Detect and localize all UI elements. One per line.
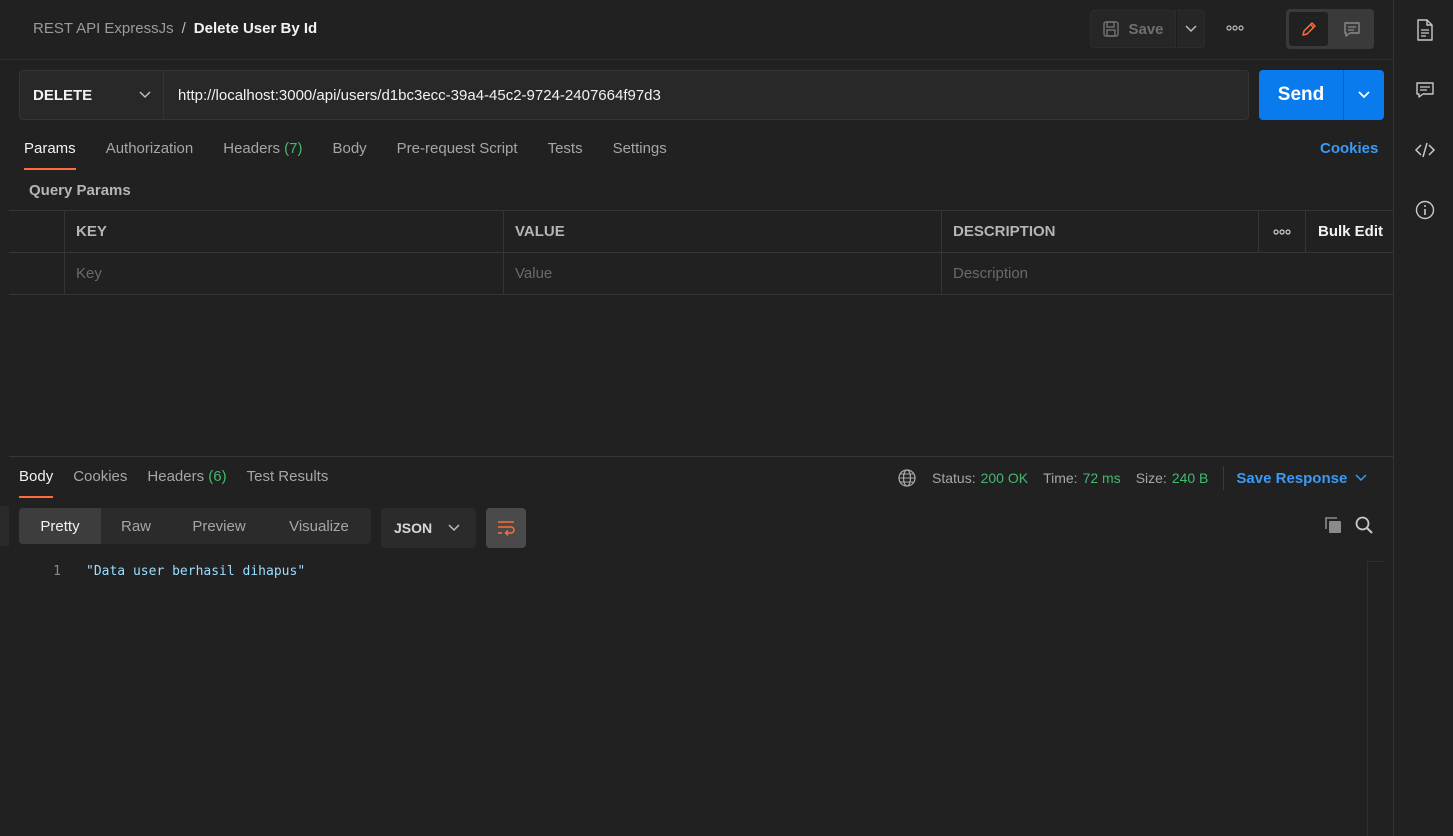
bulk-edit-button[interactable]: Bulk Edit (1305, 211, 1393, 252)
value-input[interactable]: Value (503, 253, 941, 294)
pencil-icon (1301, 22, 1316, 36)
size-value[interactable]: 240 B (1172, 470, 1209, 486)
tab-headers[interactable]: Headers (7) (223, 140, 302, 170)
chevron-down-icon (1184, 25, 1197, 33)
line-number: 1 (53, 564, 61, 579)
save-response-label: Save Response (1236, 469, 1348, 487)
response-headers-count: (6) (208, 468, 227, 485)
view-pretty[interactable]: Pretty (19, 508, 101, 544)
search-icon[interactable] (1354, 515, 1374, 540)
save-icon (1103, 21, 1120, 37)
vertical-scrollbar[interactable] (1367, 561, 1385, 836)
format-label: JSON (394, 520, 433, 536)
column-options-button[interactable] (1258, 211, 1305, 252)
method-select[interactable]: DELETE (19, 70, 164, 120)
more-horizontal-icon (1226, 25, 1244, 31)
view-preview[interactable]: Preview (171, 508, 267, 544)
table-row: Key Value Description (9, 253, 1393, 295)
breadcrumb-collection[interactable]: REST API ExpressJs (33, 20, 174, 37)
wrap-lines-icon (498, 521, 515, 537)
table-header-row: KEY VALUE DESCRIPTION Bulk Edit (9, 211, 1393, 253)
more-horizontal-icon (1273, 228, 1291, 235)
response-view-switch: Pretty Raw Preview Visualize (19, 508, 371, 544)
more-actions-button[interactable] (1222, 18, 1248, 38)
tab-tests[interactable]: Tests (548, 140, 583, 170)
url-text: http://localhost:3000/api/users/d1bc3ecc… (178, 86, 661, 104)
column-header-key: KEY (64, 211, 503, 252)
pane-edge (0, 506, 9, 546)
size-label: Size: (1135, 470, 1167, 486)
save-label: Save (1128, 20, 1164, 38)
chevron-down-icon (1355, 474, 1367, 482)
postman-app: REST API ExpressJs / Delete User By Id S… (0, 0, 1453, 836)
request-title[interactable]: Delete User By Id (194, 20, 317, 37)
wrap-lines-button[interactable] (486, 508, 526, 548)
format-select[interactable]: JSON (381, 508, 476, 548)
tab-settings[interactable]: Settings (613, 140, 667, 170)
view-visualize[interactable]: Visualize (267, 508, 371, 544)
save-options-button[interactable] (1176, 10, 1205, 48)
status-value[interactable]: 200 OK (981, 470, 1028, 486)
breadcrumb-separator: / (181, 20, 186, 37)
view-raw[interactable]: Raw (101, 508, 171, 544)
response-tab-test-results[interactable]: Test Results (247, 468, 329, 498)
response-tab-body[interactable]: Body (19, 468, 54, 498)
response-meta: Status: 200 OK Time: 72 ms Size: 240 B S… (897, 466, 1367, 490)
chevron-down-icon (448, 524, 460, 532)
globe-icon[interactable] (897, 468, 917, 488)
copy-icon[interactable] (1323, 515, 1343, 540)
send-options-button[interactable] (1343, 70, 1384, 120)
info-icon[interactable] (1414, 199, 1436, 221)
query-params-title: Query Params (29, 182, 131, 199)
column-header-value: VALUE (503, 211, 941, 252)
save-button[interactable]: Save (1090, 10, 1176, 48)
response-body-editor[interactable]: 1 "Data user berhasil dihapus" (19, 561, 1367, 836)
send-button[interactable]: Send (1259, 70, 1343, 120)
documentation-icon[interactable] (1414, 19, 1436, 41)
tab-authorization[interactable]: Authorization (106, 140, 194, 170)
query-params-table: KEY VALUE DESCRIPTION Bulk Edit Key Valu… (9, 210, 1393, 295)
response-tabs: Body Cookies Headers (6) Test Results (19, 468, 348, 498)
tab-params[interactable]: Params (24, 140, 76, 170)
row-checkbox-cell (9, 253, 65, 294)
send-group: Send (1259, 70, 1384, 120)
meta-divider (1223, 466, 1225, 490)
request-tabs: Params Authorization Headers (7) Body Pr… (24, 140, 697, 170)
breadcrumb: REST API ExpressJs / Delete User By Id (33, 20, 317, 37)
comment-icon (1343, 22, 1360, 37)
edit-mode-button[interactable] (1289, 12, 1328, 46)
tab-body[interactable]: Body (332, 140, 366, 170)
method-label: DELETE (33, 86, 93, 104)
description-input[interactable]: Description (941, 253, 1259, 294)
save-response-button[interactable]: Save Response (1236, 470, 1367, 487)
code-icon[interactable] (1414, 139, 1436, 161)
cookies-link[interactable]: Cookies (1320, 140, 1378, 157)
save-group: Save (1090, 10, 1205, 48)
mode-toggle (1286, 9, 1374, 49)
column-header-description: DESCRIPTION (941, 211, 1259, 252)
response-divider[interactable] (9, 456, 1393, 457)
url-input[interactable]: http://localhost:3000/api/users/d1bc3ecc… (163, 70, 1249, 120)
headers-count: (7) (284, 140, 303, 157)
code-line: "Data user berhasil dihapus" (86, 564, 306, 579)
response-tab-headers[interactable]: Headers (6) (147, 468, 226, 498)
comments-icon[interactable] (1414, 79, 1436, 101)
checkbox-column-header (9, 211, 65, 252)
chevron-down-icon (1358, 91, 1370, 99)
request-header: REST API ExpressJs / Delete User By Id S… (0, 0, 1393, 60)
chevron-down-icon (139, 91, 151, 99)
response-tab-cookies[interactable]: Cookies (73, 468, 127, 498)
comment-mode-button[interactable] (1332, 12, 1371, 46)
time-label: Time: (1043, 470, 1078, 486)
key-input[interactable]: Key (64, 253, 503, 294)
right-sidebar (1393, 0, 1453, 836)
time-value[interactable]: 72 ms (1083, 470, 1121, 486)
status-label: Status: (932, 470, 976, 486)
tab-pre-request-script[interactable]: Pre-request Script (397, 140, 518, 170)
